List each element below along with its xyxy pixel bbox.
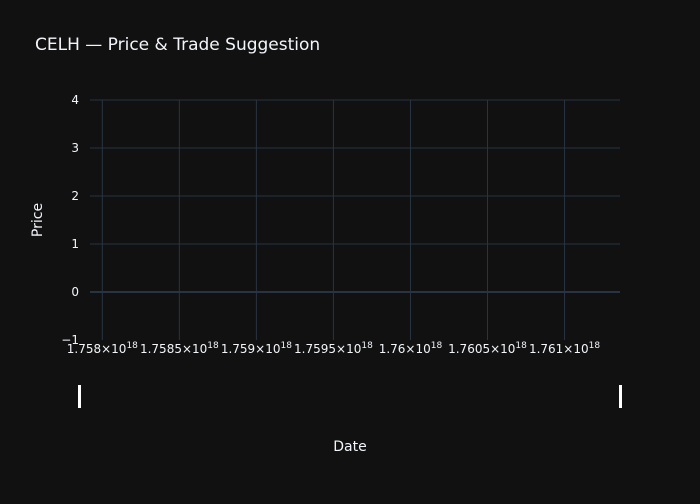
y-tick-label: 1 <box>71 237 79 251</box>
chart-container: CELH — Price & Trade Suggestion −1 0 1 2 3 4 … <box>0 0 700 500</box>
x-tick-label: 1.7585×1018 <box>140 341 219 356</box>
chart-background <box>0 0 700 500</box>
y-axis-title: Price <box>30 203 46 237</box>
x-tick-label: 1.7595×1018 <box>294 341 373 356</box>
y-tick-label: 2 <box>71 189 79 203</box>
range-slider-left-handle[interactable] <box>78 385 81 408</box>
y-tick-label: 3 <box>71 141 79 155</box>
y-tick-label: 0 <box>71 285 79 299</box>
chart-svg: CELH — Price & Trade Suggestion −101234 … <box>0 0 700 500</box>
range-slider-right-handle[interactable] <box>619 385 622 408</box>
x-axis-title: Date <box>333 439 366 455</box>
y-tick-label: 4 <box>71 93 79 107</box>
x-tick-label: 1.7605×1018 <box>448 341 527 356</box>
chart-title: CELH — Price & Trade Suggestion <box>35 35 320 55</box>
